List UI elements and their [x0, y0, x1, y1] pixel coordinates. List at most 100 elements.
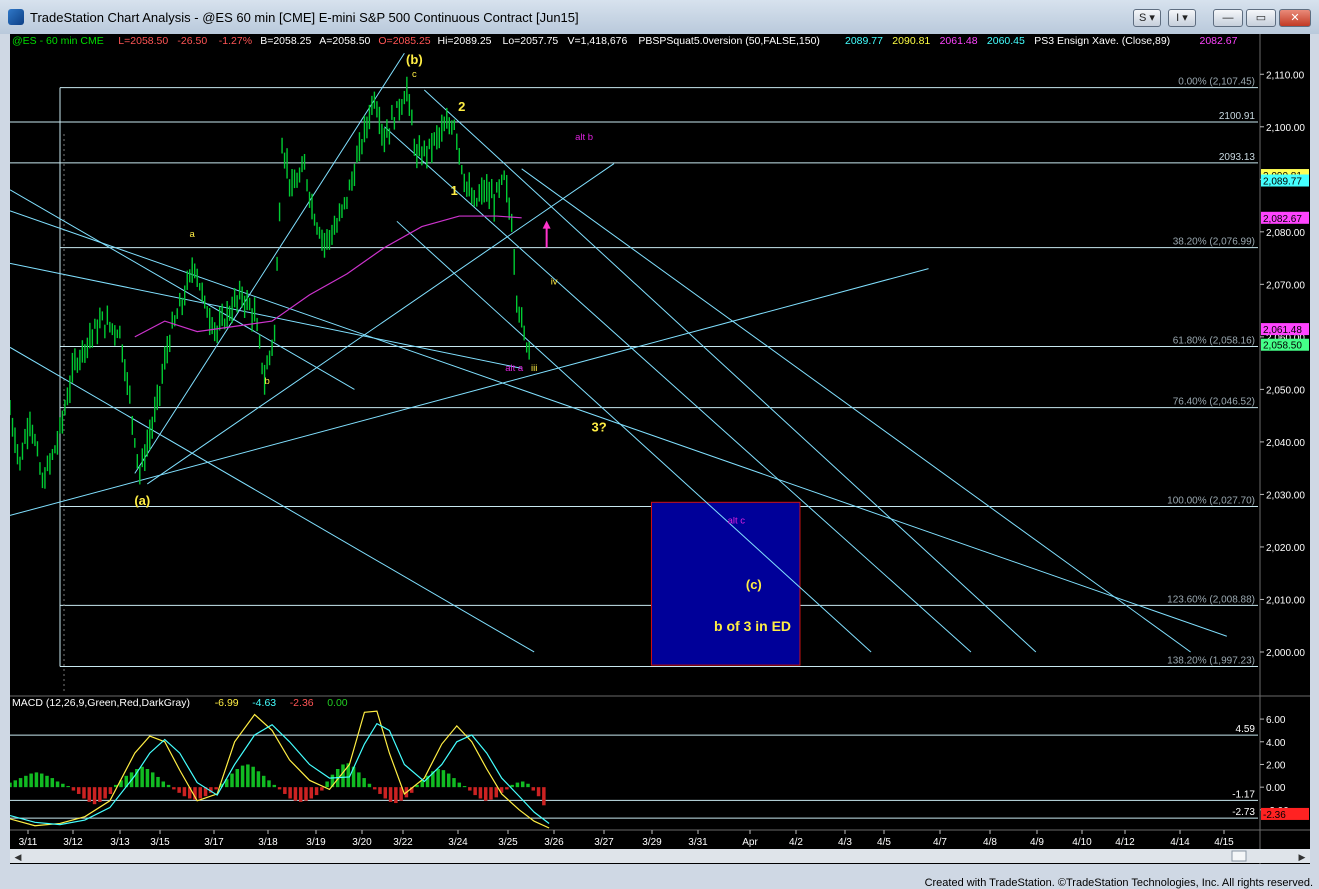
wave-label: (b): [406, 52, 423, 67]
macd-tick-label: 0.00: [1266, 783, 1286, 794]
date-tick-label: 3/17: [204, 837, 224, 848]
horizontal-level-label: 2093.13: [1219, 152, 1256, 163]
header-value-2: -26.50: [177, 35, 207, 47]
header-value-14: 2060.45: [987, 35, 1025, 47]
header-value-12: 2090.81: [892, 35, 930, 47]
macd-legend-value-2: -4.63: [252, 697, 276, 709]
fib-level-label: 61.80% (2,058.16): [1173, 336, 1255, 347]
trendline: [521, 168, 1191, 653]
fib-level-label: 100.00% (2,027.70): [1167, 496, 1255, 507]
price-marker-label: 2,058.50: [1263, 341, 1302, 352]
wave-label: b of 3 in ED: [714, 618, 791, 634]
date-tick-label: 3/22: [393, 837, 413, 848]
date-tick-label: 3/12: [63, 837, 83, 848]
macd-level-label: 4.59: [1236, 724, 1256, 735]
chart-svg: @ES - 60 min CME L=2058.50 -26.50 -1.27% B=2…: [8, 34, 1310, 864]
header-value-16: 2082.67: [1200, 35, 1238, 47]
i-menu-button[interactable]: I ▾: [1168, 9, 1196, 27]
macd-legend-value-1: -6.99: [215, 697, 239, 709]
tradestation-app-icon: [8, 9, 24, 25]
chart-area[interactable]: @ES - 60 min CME L=2058.50 -26.50 -1.27% B=2…: [8, 34, 1310, 864]
date-tick-label: 4/12: [1115, 837, 1135, 848]
macd-tick-label: 2.00: [1266, 760, 1286, 771]
price-tick-label: 2,010.00: [1266, 595, 1305, 606]
header-value-0: @ES - 60 min CME: [12, 35, 104, 47]
up-arrow-icon: [542, 220, 551, 229]
header-value-6: O=2085.25: [378, 35, 430, 47]
wave-label: 2: [458, 99, 465, 114]
wave-label: alt a: [505, 363, 524, 374]
macd-tick-label: 6.00: [1266, 715, 1286, 726]
price-tick-label: 2,030.00: [1266, 490, 1305, 501]
horizontal-level-label: 2100.91: [1219, 111, 1256, 122]
close-button[interactable]: ✕: [1279, 9, 1311, 27]
fib-level-label: 38.20% (2,076.99): [1173, 237, 1255, 248]
date-tick-label: 3/24: [448, 837, 468, 848]
date-tick-label: Apr: [742, 837, 758, 848]
maximize-button[interactable]: ▭: [1246, 9, 1276, 27]
macd-legend-value-3: -2.36: [290, 697, 314, 709]
wave-label: (c): [746, 577, 762, 592]
date-tick-label: 4/2: [789, 837, 803, 848]
macd-level-label: -2.73: [1232, 807, 1255, 818]
window-title: TradeStation Chart Analysis - @ES 60 min…: [30, 10, 579, 25]
date-tick-label: 4/5: [877, 837, 891, 848]
target-zone-box: [650, 501, 801, 666]
date-tick-label: 3/27: [594, 837, 614, 848]
price-tick-label: 2,070.00: [1266, 280, 1305, 291]
header-value-7: Hi=2089.25: [438, 35, 492, 47]
price-bars-group: [9, 76, 530, 489]
header-value-4: B=2058.25: [260, 35, 311, 47]
trendline: [396, 220, 872, 653]
header-value-5: A=2058.50: [319, 35, 370, 47]
macd-price-marker-label: -2.36: [1263, 810, 1286, 821]
price-tick-label: 2,040.00: [1266, 438, 1305, 449]
macd-histogram-group: [8, 763, 546, 806]
date-tick-label: 3/26: [544, 837, 564, 848]
scrollbar-thumb: [1231, 850, 1247, 862]
date-tick-label: 4/3: [838, 837, 852, 848]
date-tick-label: 3/11: [19, 837, 38, 848]
wave-label: b: [264, 376, 269, 387]
wave-label: 3?: [591, 419, 606, 434]
fib-level-label: 138.20% (1,997.23): [1167, 656, 1255, 667]
header-value-10: PBSPSquat5.0version (50,FALSE,150): [638, 35, 820, 47]
date-tick-label: 4/15: [1214, 837, 1234, 848]
header-value-8: Lo=2057.75: [503, 35, 559, 47]
wave-label: alt b: [575, 132, 593, 143]
date-tick-label: 3/31: [688, 837, 708, 848]
price-tick-label: 2,080.00: [1266, 228, 1305, 239]
price-tick-label: 2,110.00: [1266, 70, 1305, 81]
trendline: [146, 163, 615, 485]
fib-level-label: 0.00% (2,107.45): [1178, 77, 1255, 88]
header-value-13: 2061.48: [940, 35, 978, 47]
fib-level-label: 123.60% (2,008.88): [1167, 594, 1255, 605]
price-tick-label: 2,020.00: [1266, 543, 1305, 554]
fib-level-label: 76.40% (2,046.52): [1173, 397, 1255, 408]
trendline: [9, 346, 535, 653]
date-tick-label: 3/15: [150, 837, 170, 848]
copyright-footer: Created with TradeStation. ©TradeStation…: [924, 877, 1313, 889]
minimize-button[interactable]: —: [1213, 9, 1243, 27]
date-tick-label: 3/13: [110, 837, 130, 848]
wave-label: a: [190, 229, 196, 240]
macd-legend-value-4: 0.00: [327, 697, 348, 709]
wave-label: iv: [551, 276, 558, 287]
date-tick-label: 3/25: [498, 837, 518, 848]
header-value-9: V=1,418,676: [568, 35, 628, 47]
date-tick-label: 4/9: [1030, 837, 1044, 848]
date-tick-label: 3/29: [642, 837, 662, 848]
date-tick-label: 3/20: [352, 837, 372, 848]
header-value-3: -1.27%: [219, 35, 252, 47]
s-menu-button[interactable]: S ▾: [1133, 9, 1161, 27]
trendline: [9, 268, 929, 516]
macd-level-label: -1.17: [1232, 789, 1255, 800]
macd-legend-value-0: MACD (12,26,9,Green,Red,DarkGray): [12, 697, 190, 709]
date-tick-label: 3/18: [258, 837, 278, 848]
scroll-right-icon: ▶: [1299, 852, 1306, 862]
date-tick-label: 4/7: [933, 837, 947, 848]
wave-label: alt c: [728, 515, 746, 526]
header-value-15: PS3 Ensign Xave. (Close,89): [1034, 35, 1170, 47]
header-value-11: 2089.77: [845, 35, 883, 47]
wave-label: 1: [451, 183, 458, 198]
